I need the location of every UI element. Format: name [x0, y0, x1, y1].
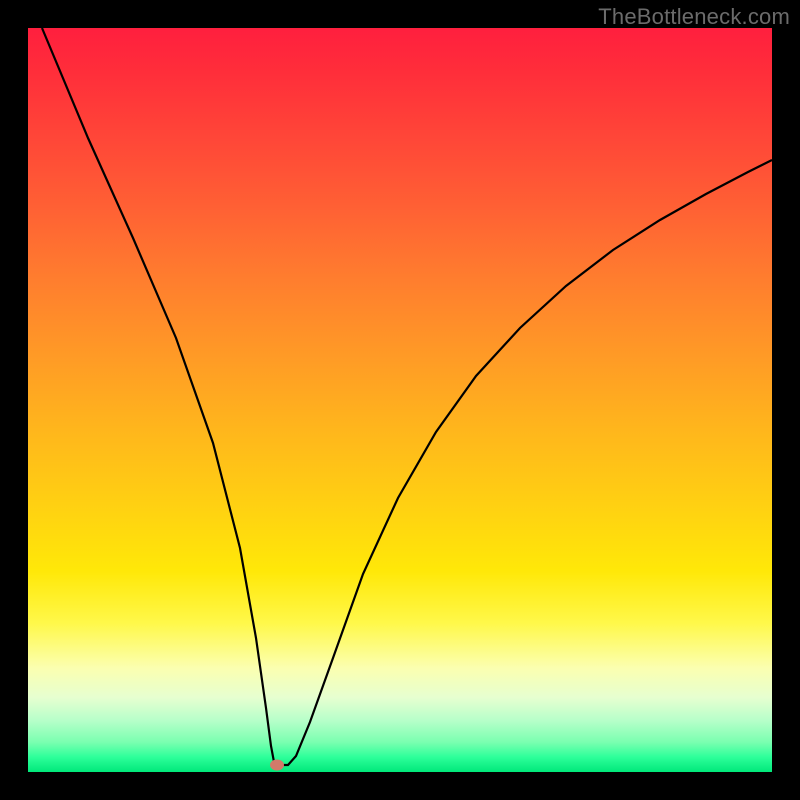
plot-area	[28, 28, 772, 772]
bottleneck-curve	[28, 28, 772, 772]
minimum-marker	[270, 760, 284, 771]
chart-frame: TheBottleneck.com	[0, 0, 800, 800]
watermark-text: TheBottleneck.com	[598, 4, 790, 30]
